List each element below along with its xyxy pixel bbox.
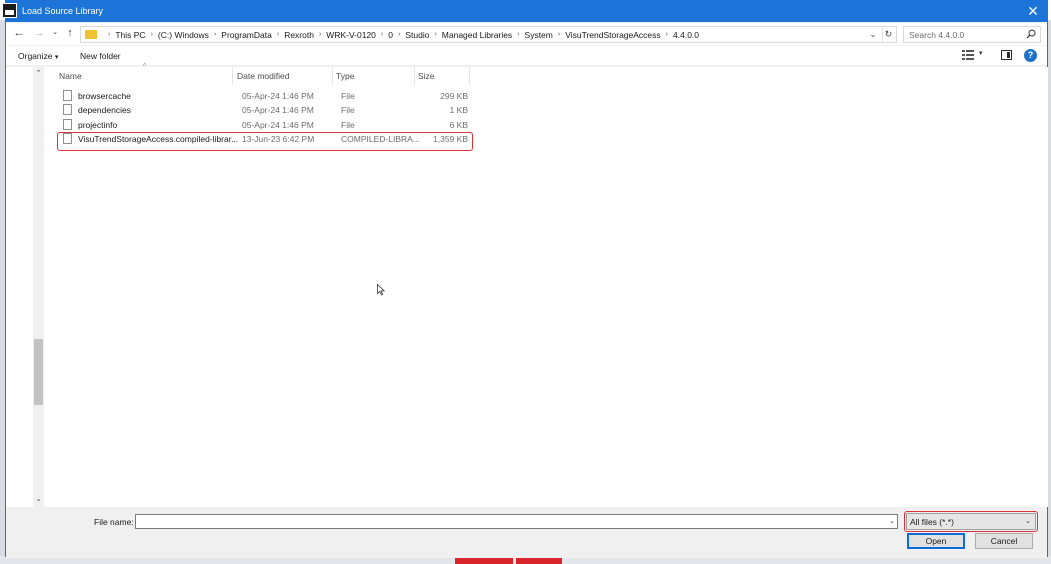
file-name-label: File name: bbox=[94, 517, 134, 527]
file-name-combobox[interactable]: ⌄ bbox=[135, 514, 898, 529]
address-history-chevron-icon[interactable]: ⌄ bbox=[867, 27, 879, 42]
column-header-date-modified[interactable]: Date modified bbox=[237, 71, 289, 81]
column-header-size[interactable]: Size bbox=[418, 71, 435, 81]
mouse-cursor-icon bbox=[377, 284, 385, 296]
breadcrumb-separator-icon: › bbox=[434, 31, 437, 38]
file-row[interactable]: projectinfo 05-Apr-24 1:46 PM File 6 KB bbox=[56, 118, 468, 132]
close-icon[interactable]: ✕ bbox=[1025, 3, 1041, 19]
organize-label: Organize bbox=[18, 51, 53, 61]
file-type: File bbox=[341, 120, 355, 130]
address-bar[interactable]: › This PC › (C:) Windows › ProgramData ›… bbox=[80, 26, 897, 43]
breadcrumb-separator-icon: › bbox=[318, 31, 322, 38]
annotation-highlight-box bbox=[904, 511, 1038, 532]
breadcrumb-item[interactable]: Rexroth bbox=[284, 30, 314, 40]
up-arrow-icon[interactable]: ↑ bbox=[63, 26, 77, 40]
column-divider[interactable] bbox=[414, 67, 415, 85]
breadcrumb-separator-icon: › bbox=[397, 31, 401, 38]
breadcrumb-separator-icon: › bbox=[108, 31, 111, 38]
navigation-pane-scrollbar[interactable]: ⌃ ⌄ bbox=[33, 67, 44, 507]
background-app-red-tab bbox=[516, 558, 562, 564]
sort-ascending-icon: ^ bbox=[143, 63, 147, 70]
breadcrumb-separator-icon: › bbox=[557, 31, 561, 38]
breadcrumb-item[interactable]: 0 bbox=[388, 30, 393, 40]
file-row[interactable]: browsercache 05-Apr-24 1:46 PM File 299 … bbox=[56, 89, 468, 103]
preview-pane-icon[interactable] bbox=[1001, 50, 1012, 60]
breadcrumb-separator-icon: › bbox=[517, 31, 520, 38]
cancel-button[interactable]: Cancel bbox=[975, 533, 1033, 549]
search-icon[interactable] bbox=[1026, 29, 1036, 39]
background-app-red-tab bbox=[455, 558, 513, 564]
file-name: dependencies bbox=[78, 105, 131, 115]
file-icon bbox=[63, 90, 72, 101]
refresh-icon[interactable]: ↻ bbox=[882, 27, 894, 42]
breadcrumb: › This PC › (C:) Windows › ProgramData ›… bbox=[103, 30, 699, 40]
file-name: projectinfo bbox=[78, 120, 118, 130]
chevron-down-icon[interactable]: ⌄ bbox=[889, 515, 895, 528]
file-date: 05-Apr-24 1:46 PM bbox=[242, 91, 314, 101]
folder-icon bbox=[85, 30, 97, 39]
breadcrumb-item[interactable]: (C:) Windows bbox=[158, 30, 209, 40]
search-input[interactable] bbox=[904, 27, 1022, 42]
title-bar: Load Source Library ✕ bbox=[2, 1, 1047, 22]
back-arrow-icon[interactable]: ← bbox=[12, 26, 26, 40]
breadcrumb-separator-icon: › bbox=[276, 31, 280, 38]
file-date: 05-Apr-24 1:46 PM bbox=[242, 120, 314, 130]
help-icon[interactable]: ? bbox=[1024, 49, 1037, 62]
file-list[interactable]: ^ Name Date modified Type Size browserca… bbox=[44, 63, 1048, 507]
annotation-highlight-box bbox=[57, 132, 473, 151]
window-title: Load Source Library bbox=[22, 6, 104, 16]
organize-menu-button[interactable]: Organize ▾ bbox=[18, 51, 58, 61]
breadcrumb-separator-icon: › bbox=[665, 31, 669, 38]
breadcrumb-separator-icon: › bbox=[380, 31, 384, 38]
chevron-down-icon: ▾ bbox=[54, 54, 59, 61]
navigation-bar: ← → ⌄ ↑ › This PC › (C:) Windows › Progr… bbox=[6, 23, 1047, 45]
scrollbar-thumb[interactable] bbox=[34, 339, 43, 405]
breadcrumb-item[interactable]: This PC bbox=[115, 30, 145, 40]
load-source-library-dialog: Load Source Library ✕ ← → ⌄ ↑ › This PC … bbox=[2, 0, 1048, 558]
scroll-up-chevron-icon[interactable]: ⌃ bbox=[33, 69, 44, 79]
file-row[interactable]: dependencies 05-Apr-24 1:46 PM File 1 KB bbox=[56, 103, 468, 117]
breadcrumb-item[interactable]: Managed Libraries bbox=[442, 30, 512, 40]
breadcrumb-separator-icon: › bbox=[213, 31, 217, 38]
column-divider[interactable] bbox=[469, 67, 470, 85]
file-size: 299 KB bbox=[440, 91, 468, 101]
file-icon bbox=[63, 104, 72, 115]
scroll-down-chevron-icon[interactable]: ⌄ bbox=[33, 495, 44, 505]
file-type: File bbox=[341, 91, 355, 101]
breadcrumb-item[interactable]: ProgramData bbox=[221, 30, 272, 40]
breadcrumb-item[interactable]: System bbox=[525, 30, 553, 40]
open-button[interactable]: Open bbox=[907, 533, 965, 549]
new-folder-button[interactable]: New folder bbox=[80, 51, 121, 61]
recent-locations-chevron-icon[interactable]: ⌄ bbox=[48, 26, 62, 40]
search-box[interactable] bbox=[903, 26, 1041, 43]
breadcrumb-item[interactable]: Studio bbox=[405, 30, 429, 40]
view-options-chevron-icon[interactable]: ▾ bbox=[979, 49, 983, 57]
change-view-icon[interactable] bbox=[962, 50, 974, 60]
column-header-name[interactable]: Name bbox=[59, 71, 82, 81]
breadcrumb-separator-icon: › bbox=[150, 31, 153, 38]
file-date: 05-Apr-24 1:46 PM bbox=[242, 105, 314, 115]
column-divider[interactable] bbox=[232, 67, 233, 85]
file-size: 6 KB bbox=[449, 120, 468, 130]
breadcrumb-item[interactable]: 4.4.0.0 bbox=[673, 30, 699, 40]
file-size: 1 KB bbox=[449, 105, 468, 115]
breadcrumb-item[interactable]: WRK-V-0120 bbox=[326, 30, 376, 40]
command-bar: Organize ▾ New folder ▾ ? bbox=[6, 46, 1047, 66]
column-header-type[interactable]: Type bbox=[336, 71, 354, 81]
forward-arrow-icon[interactable]: → bbox=[32, 26, 46, 40]
file-icon bbox=[63, 119, 72, 130]
column-divider[interactable] bbox=[332, 67, 333, 85]
file-name: browsercache bbox=[78, 91, 131, 101]
breadcrumb-item[interactable]: VisuTrendStorageAccess bbox=[565, 30, 660, 40]
file-type: File bbox=[341, 105, 355, 115]
file-dialog-footer: File name: ⌄ All files (*.*) ⌄ Open Canc… bbox=[6, 508, 1047, 558]
file-name-input[interactable] bbox=[136, 515, 876, 528]
app-icon bbox=[2, 3, 17, 18]
